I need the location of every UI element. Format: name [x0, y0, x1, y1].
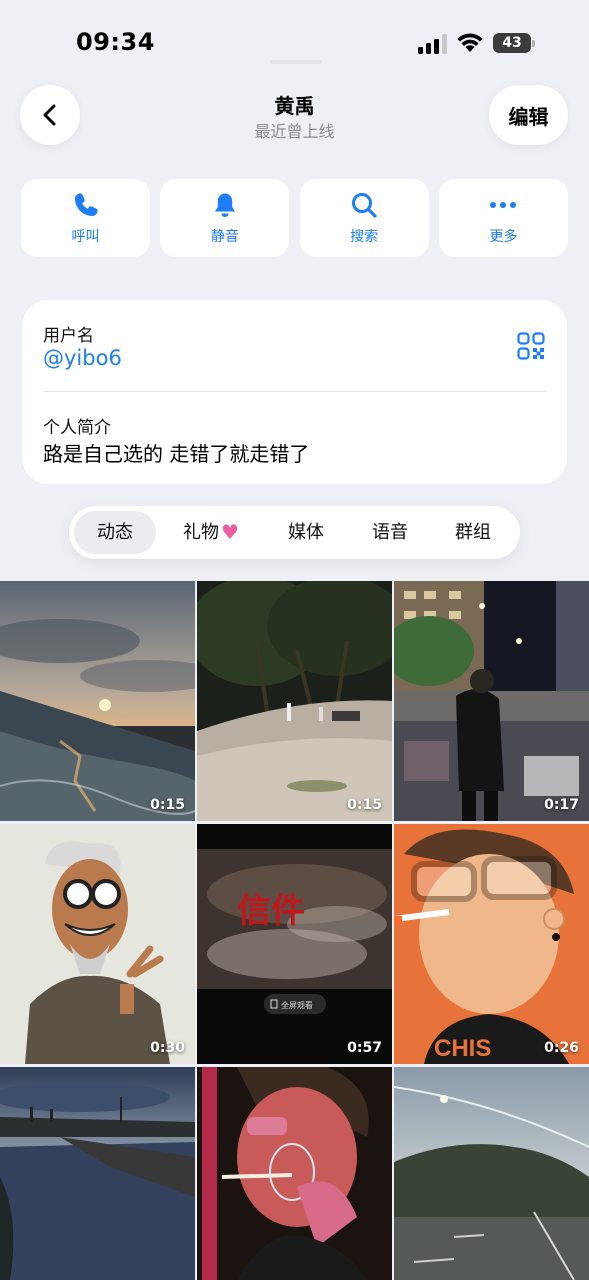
battery-level: 43	[493, 33, 531, 53]
username-label: 用户名	[43, 326, 94, 346]
tab-voice-label: 语音	[372, 522, 408, 543]
art-portrait-thumbnail	[197, 1067, 392, 1280]
call-button[interactable]: 呼叫	[21, 179, 150, 257]
video-duration: 0:15	[347, 797, 382, 813]
cartoon-old-man-thumbnail	[0, 824, 195, 1064]
battery-icon: 43	[493, 33, 535, 53]
svg-text:CHIS: CHIS	[434, 1035, 491, 1062]
more-button[interactable]: 更多	[438, 179, 568, 257]
call-label: 呼叫	[71, 229, 100, 245]
action-bar: 呼叫 静音 搜索 更多	[21, 179, 568, 257]
media-tile[interactable]	[0, 1067, 195, 1280]
tab-voice[interactable]: 语音	[351, 511, 429, 554]
qr-code-icon[interactable]	[517, 332, 545, 360]
media-tile[interactable]: 信件 全屏观看 0:57	[197, 824, 392, 1064]
card-divider	[43, 391, 546, 392]
tab-posts[interactable]: 动态	[74, 511, 156, 554]
status-time: 09:34	[76, 28, 155, 56]
media-tile[interactable]	[394, 1067, 589, 1280]
media-tile[interactable]: 0:15	[197, 581, 392, 821]
bell-icon	[210, 190, 240, 220]
night-market-thumbnail	[394, 581, 589, 821]
profile-tab-bar: 动态 礼物 ♥ 媒体 语音 群组	[69, 506, 520, 559]
more-icon	[488, 190, 518, 220]
mute-button[interactable]: 静音	[160, 179, 290, 257]
media-grid: 0:15 0:15 0:17 0:30 信件 全屏观看 0:57 CHIS 0:…	[0, 581, 589, 1280]
phone-icon	[71, 190, 101, 220]
more-label: 更多	[489, 229, 518, 245]
dusk-river-thumbnail	[0, 1067, 195, 1280]
search-icon	[349, 190, 379, 220]
video-duration: 0:30	[150, 1040, 185, 1056]
wifi-icon	[457, 33, 483, 52]
bio-text: 路是自己选的 走错了就走错了	[43, 442, 310, 466]
video-duration: 0:15	[150, 797, 185, 813]
media-tile[interactable]: 0:17	[394, 581, 589, 821]
cellular-signal-icon	[418, 34, 448, 54]
edit-button[interactable]: 编辑	[489, 85, 568, 145]
media-tile[interactable]: CHIS 0:26	[394, 824, 589, 1064]
video-duration: 0:26	[544, 1040, 579, 1056]
video-duration: 0:17	[544, 797, 579, 813]
profile-info-card: 用户名 @yibo6 个人简介 路是自己选的 走错了就走错了	[22, 300, 567, 484]
media-tile[interactable]	[197, 1067, 392, 1280]
tab-media[interactable]: 媒体	[267, 511, 345, 554]
fullscreen-hint: 全屏观看	[281, 1000, 313, 1010]
tab-gifts[interactable]: 礼物 ♥	[167, 511, 255, 554]
tab-groups[interactable]: 群组	[434, 511, 512, 554]
search-button[interactable]: 搜索	[299, 179, 429, 257]
media-tile[interactable]: 0:15	[0, 581, 195, 821]
tab-gifts-label: 礼物	[183, 522, 220, 543]
sunset-sea-thumbnail	[0, 581, 195, 821]
search-label: 搜索	[350, 229, 379, 245]
night-beach-thumbnail	[197, 581, 392, 821]
mute-label: 静音	[210, 229, 239, 245]
tab-posts-label: 动态	[97, 522, 133, 543]
video-duration: 0:57	[347, 1040, 382, 1056]
overlay-title: 信件	[237, 892, 305, 930]
status-bar: 09:34 43	[0, 0, 589, 80]
username-value[interactable]: @yibo6	[43, 346, 122, 370]
bio-label: 个人简介	[43, 418, 111, 438]
heart-gift-icon: ♥	[221, 520, 239, 544]
media-tile[interactable]: 0:30	[0, 824, 195, 1064]
tab-media-label: 媒体	[288, 522, 324, 543]
video-text-thumbnail: 信件 全屏观看	[197, 824, 392, 1064]
cartoon-boy-thumbnail: CHIS	[394, 824, 589, 1064]
evening-road-thumbnail	[394, 1067, 589, 1280]
tab-groups-label: 群组	[455, 522, 491, 543]
